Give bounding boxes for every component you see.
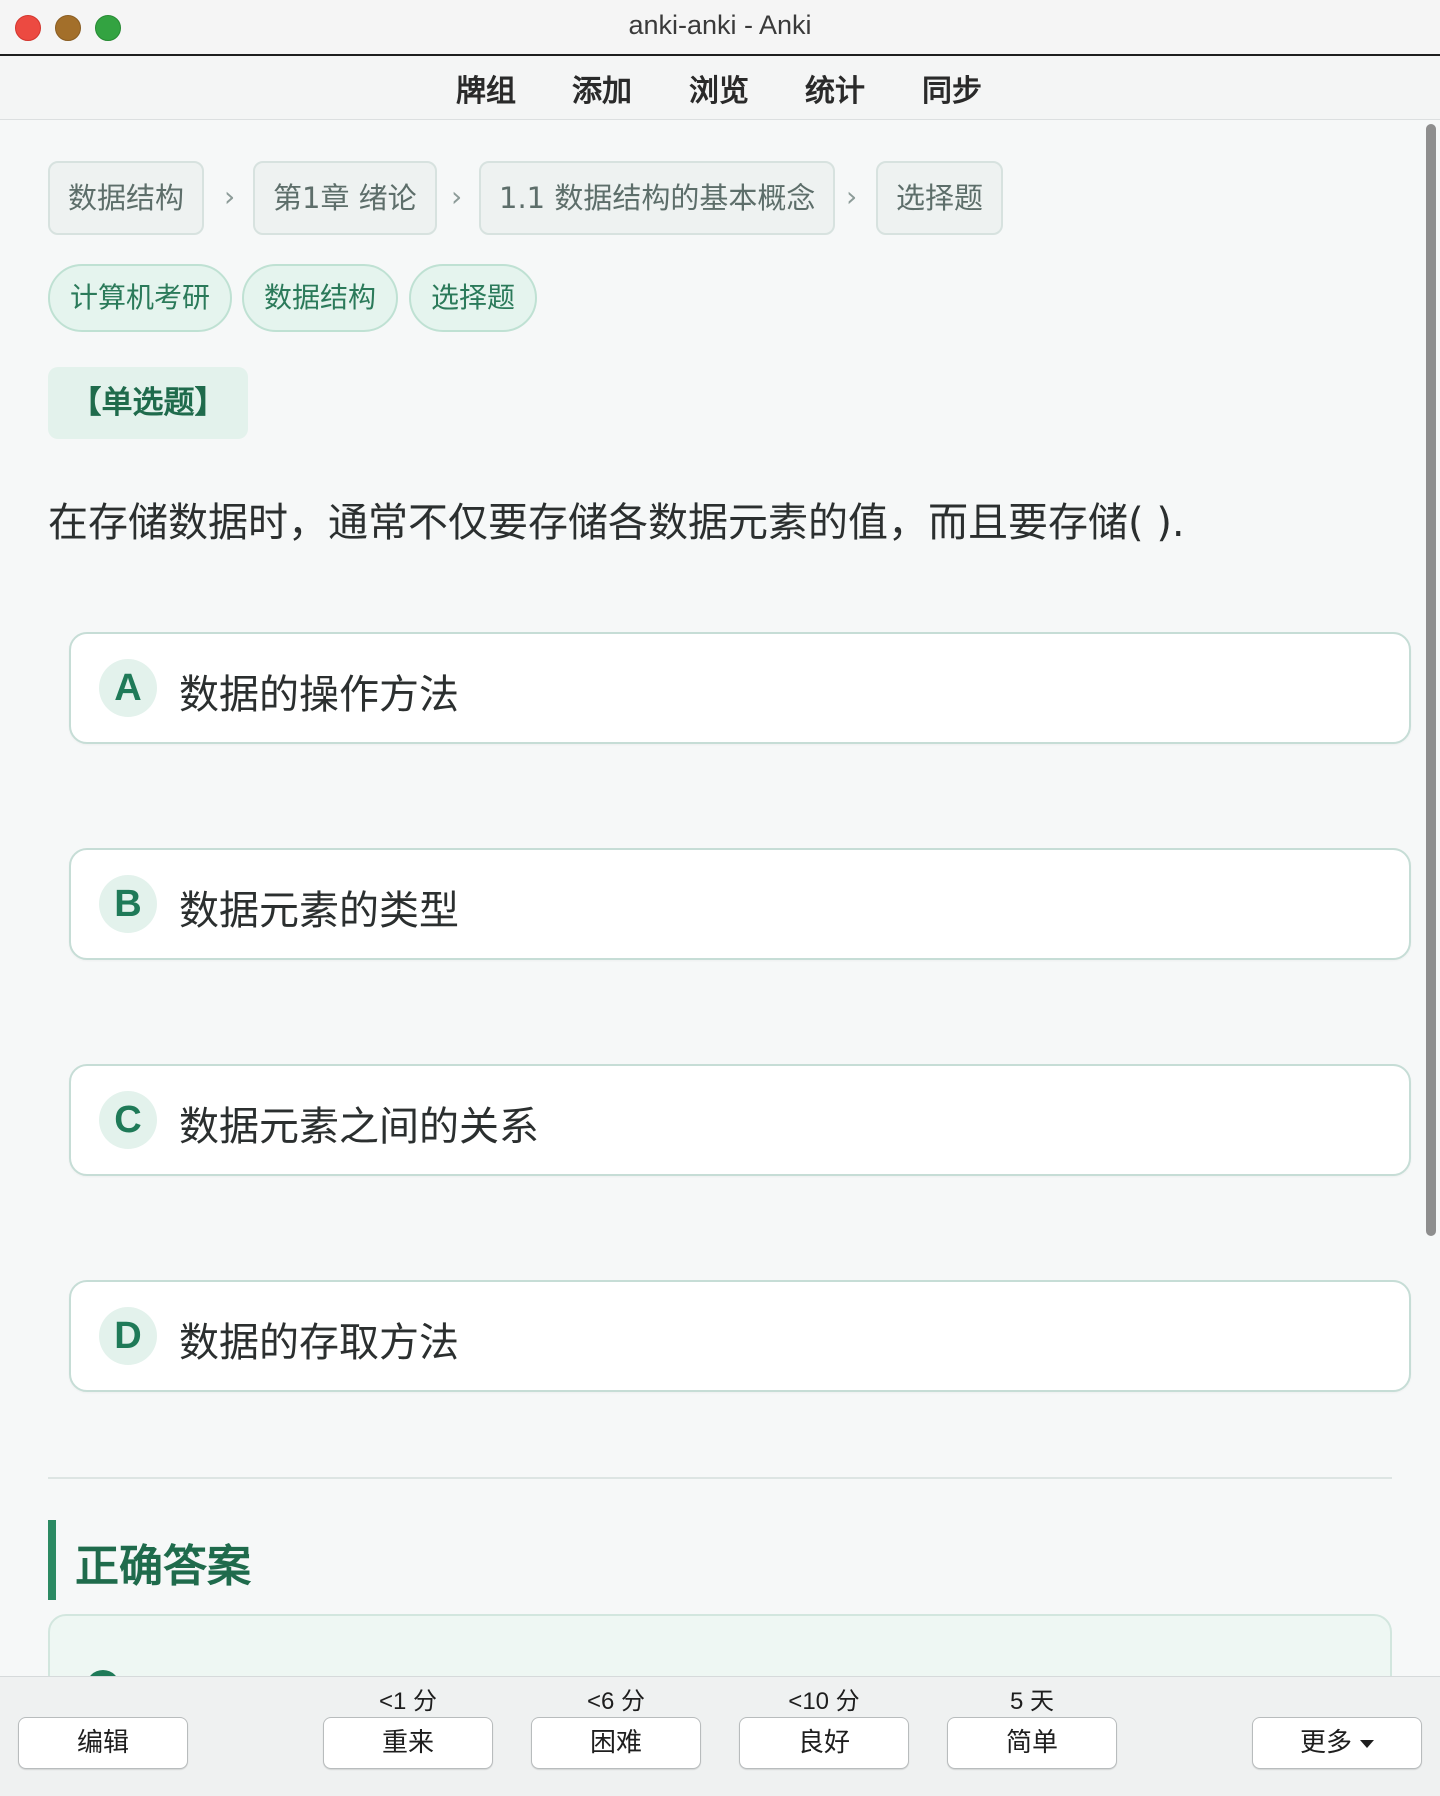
breadcrumb-type: 选择题 [876, 161, 1004, 235]
title-bar: anki-anki - Anki [0, 0, 1440, 56]
edit-button[interactable]: 编辑 [18, 1717, 188, 1769]
breadcrumb-chevron-icon: › [451, 180, 463, 213]
question-text: 在存储数据时，通常不仅要存储各数据元素的值，而且要存储( ). [48, 500, 1185, 546]
option-text: 数据的存取方法 [179, 1320, 459, 1366]
question-type-badge: 【单选题】 [48, 367, 248, 439]
option-letter: D [99, 1307, 157, 1365]
easy-button[interactable]: 简单 [947, 1717, 1117, 1769]
breadcrumb-chevron-icon: › [846, 180, 858, 213]
option-b[interactable]: B 数据元素的类型 [69, 848, 1411, 960]
review-bottom-bar: 编辑 <1 分 重来 <6 分 困难 <10 分 良好 5 天 简单 更多 [0, 1676, 1440, 1796]
scrollbar[interactable] [1424, 124, 1438, 1236]
anki-window: anki-anki - Anki 牌组 添加 浏览 统计 同步 数据结构 › 第… [0, 0, 1440, 1796]
option-text: 数据元素的类型 [179, 888, 459, 934]
interval-again: <1 分 [378, 1688, 438, 1715]
option-c[interactable]: C 数据元素之间的关系 [69, 1064, 1411, 1176]
tag: 计算机考研 [48, 264, 233, 332]
toolbar-browse[interactable]: 浏览 [689, 66, 749, 110]
interval-hard: <6 分 [586, 1688, 646, 1715]
option-letter: A [99, 659, 157, 717]
good-button[interactable]: 良好 [739, 1717, 909, 1769]
option-a[interactable]: A 数据的操作方法 [69, 632, 1411, 744]
option-text: 数据的操作方法 [179, 672, 459, 718]
tag: 数据结构 [242, 264, 399, 332]
breadcrumb-subject: 数据结构 [48, 161, 205, 235]
breadcrumb-section: 1.1 数据结构的基本概念 [479, 161, 836, 235]
toolbar-stats[interactable]: 统计 [805, 66, 865, 110]
interval-good: <10 分 [788, 1688, 860, 1715]
breadcrumb-chapter: 第1章 绪论 [253, 161, 437, 235]
toolbar-decks[interactable]: 牌组 [456, 66, 516, 110]
section-divider [48, 1477, 1392, 1479]
more-label: 更多 [1299, 1728, 1352, 1758]
main-toolbar: 牌组 添加 浏览 统计 同步 [0, 56, 1440, 120]
breadcrumb-chevron-icon: › [224, 180, 236, 213]
toolbar-add[interactable]: 添加 [572, 66, 632, 110]
scrollbar-thumb[interactable] [1426, 124, 1436, 1236]
option-d[interactable]: D 数据的存取方法 [69, 1280, 1411, 1392]
toolbar-sync[interactable]: 同步 [922, 66, 982, 110]
answer-heading: 正确答案 [75, 1541, 251, 1592]
window-title: anki-anki - Anki [628, 10, 812, 40]
option-letter: B [99, 875, 157, 933]
hard-button[interactable]: 困难 [531, 1717, 701, 1769]
dropdown-caret-icon [1360, 1739, 1374, 1748]
answer-accent-bar [48, 1520, 56, 1600]
tag: 选择题 [409, 264, 538, 332]
option-letter: C [99, 1091, 157, 1149]
option-text: 数据元素之间的关系 [179, 1104, 539, 1150]
again-button[interactable]: 重来 [323, 1717, 493, 1769]
more-button[interactable]: 更多 [1252, 1717, 1422, 1769]
interval-easy: 5 天 [1009, 1688, 1054, 1715]
